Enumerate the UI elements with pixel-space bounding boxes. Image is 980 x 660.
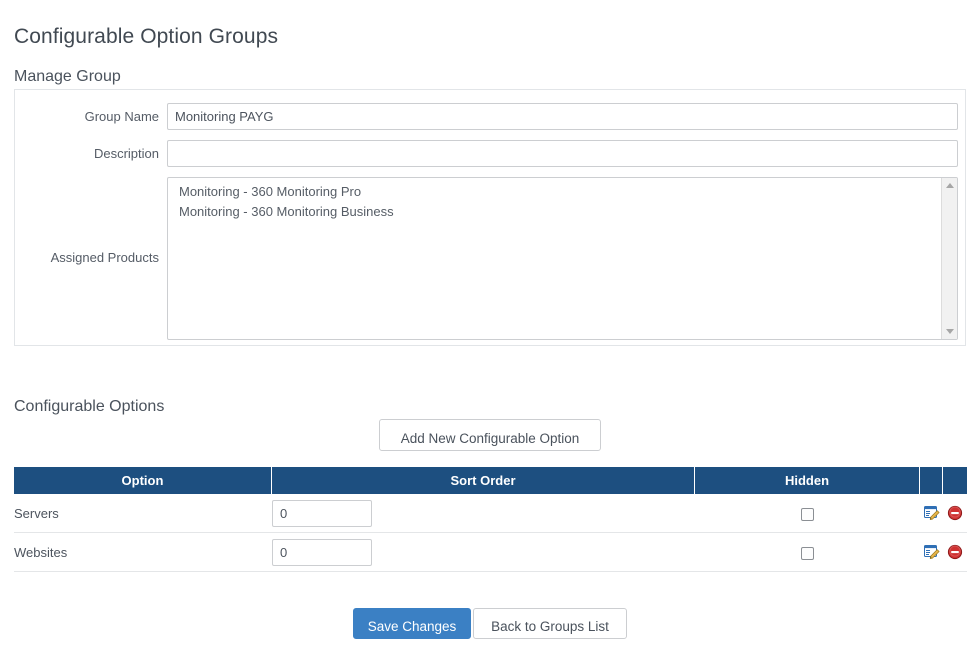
page-title: Configurable Option Groups (14, 25, 279, 49)
option-name-cell: Websites (14, 533, 272, 572)
back-to-groups-list-button[interactable]: Back to Groups List (473, 608, 627, 639)
table-header-row: Option Sort Order Hidden (14, 467, 967, 494)
column-header-hidden: Hidden (695, 467, 920, 494)
configurable-option-groups-page: Configurable Option Groups Manage Group … (0, 0, 980, 660)
assigned-products-label: Assigned Products (50, 250, 159, 265)
column-header-edit (920, 467, 943, 494)
scroll-down-arrow-icon[interactable] (942, 324, 957, 339)
delete-cell (943, 533, 967, 572)
assigned-products-scrollbar[interactable] (941, 178, 957, 339)
list-item[interactable]: Monitoring - 360 Monitoring Pro (179, 182, 940, 202)
table-row: Websites (14, 533, 967, 572)
manage-group-panel: Group Name Description Assigned Products… (14, 89, 966, 346)
table-row: Servers (14, 494, 967, 533)
configurable-options-heading: Configurable Options (14, 398, 165, 416)
save-changes-button[interactable]: Save Changes (353, 608, 471, 639)
hidden-checkbox[interactable] (801, 507, 814, 521)
edit-document-pencil-icon[interactable] (923, 544, 940, 560)
sort-order-cell (272, 494, 695, 533)
assigned-products-options: Monitoring - 360 Monitoring Pro Monitori… (168, 178, 940, 339)
hidden-cell (695, 494, 920, 533)
edit-cell (920, 533, 943, 572)
delete-circle-icon[interactable] (947, 544, 963, 560)
assigned-products-listbox[interactable]: Monitoring - 360 Monitoring Pro Monitori… (167, 177, 958, 340)
scroll-up-arrow-icon[interactable] (942, 178, 957, 193)
edit-document-pencil-icon[interactable] (923, 505, 940, 521)
group-name-label: Group Name (84, 109, 159, 124)
group-name-input[interactable] (167, 103, 958, 130)
add-new-configurable-option-button[interactable]: Add New Configurable Option (379, 419, 601, 451)
sort-order-input[interactable] (272, 538, 372, 566)
delete-cell (943, 494, 967, 533)
hidden-checkbox[interactable] (801, 546, 814, 560)
edit-cell (920, 494, 943, 533)
delete-circle-icon[interactable] (947, 505, 963, 521)
description-label: Description (93, 146, 159, 161)
column-header-sort-order: Sort Order (272, 467, 695, 494)
description-input[interactable] (167, 140, 958, 167)
column-header-delete (943, 467, 967, 494)
hidden-cell (695, 533, 920, 572)
list-item[interactable]: Monitoring - 360 Monitoring Business (179, 202, 940, 222)
sort-order-input[interactable] (272, 499, 372, 527)
sort-order-cell (272, 533, 695, 572)
manage-group-heading: Manage Group (14, 68, 121, 86)
column-header-option: Option (14, 467, 272, 494)
option-name-cell: Servers (14, 494, 272, 533)
configurable-options-table: Option Sort Order Hidden Servers 0 Websi… (14, 467, 967, 572)
